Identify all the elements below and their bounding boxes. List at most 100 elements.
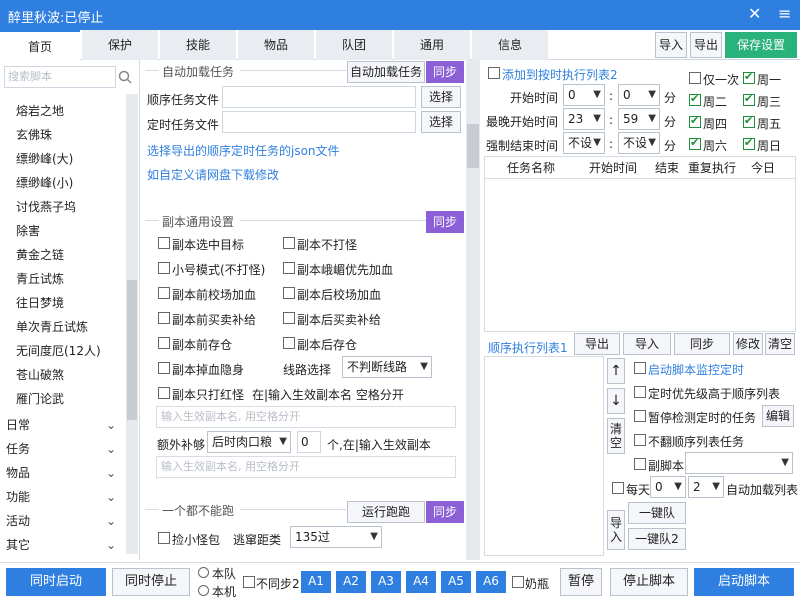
latest-hour-select[interactable]: 23 ▼ [563, 108, 605, 130]
sidebar-item[interactable]: 无间度厄(12人) [16, 340, 101, 362]
sidebar-item[interactable]: 黄金之链 [16, 244, 64, 266]
one-team2-button[interactable]: 一键队2 [628, 528, 686, 550]
seq-import-button[interactable]: 导入 [623, 333, 671, 355]
sidebar-item[interactable]: 往日梦境 [16, 292, 64, 314]
move-up-button[interactable]: ↑ [607, 358, 625, 384]
timer-file-input[interactable] [222, 111, 416, 133]
sidebar-item[interactable]: 苍山破煞 [16, 364, 64, 386]
seq-clear-vertical-button[interactable]: 清空 [607, 418, 625, 454]
seq-file-input[interactable] [222, 86, 416, 108]
option-checkbox[interactable] [634, 434, 646, 446]
seq-sync-button[interactable]: 同步 [674, 333, 730, 355]
end-hour-select[interactable]: 不设 ▼ [563, 132, 605, 154]
day-checkbox[interactable] [743, 114, 755, 128]
option-checkbox[interactable] [158, 262, 170, 274]
option-checkbox[interactable] [634, 386, 646, 398]
sidebar-group-other[interactable]: 其它 ⌄ [6, 534, 116, 556]
option-checkbox[interactable] [158, 362, 170, 374]
sub-script-checkbox[interactable] [634, 458, 646, 470]
sidebar-group-items[interactable]: 物品 ⌄ [6, 462, 116, 484]
option-checkbox[interactable] [158, 337, 170, 349]
nanny-checkbox[interactable] [512, 576, 524, 588]
a2-button[interactable]: A2 [336, 571, 366, 593]
auto-task-sync-button[interactable]: 同步 [426, 61, 464, 83]
auto-load-task-button[interactable]: 自动加载任务 [347, 61, 425, 83]
run-sync-button[interactable]: 同步 [426, 501, 464, 523]
json-file-link[interactable]: 选择导出的顺序定时任务的json文件 [147, 142, 340, 159]
middle-scrollbar-thumb[interactable] [467, 124, 479, 168]
column-header[interactable]: 结束 [655, 158, 679, 178]
end-minute-select[interactable]: 不设 ▼ [618, 132, 660, 154]
add-schedule-checkbox[interactable] [488, 67, 500, 79]
daily-select-b[interactable]: 2 ▼ [688, 476, 724, 498]
option-checkbox[interactable] [283, 237, 295, 249]
column-header[interactable]: 开始时间 [589, 158, 637, 178]
a5-button[interactable]: A5 [441, 571, 471, 593]
extra-select[interactable]: 后时肉口粮 ▼ [207, 431, 291, 453]
stop-script-button[interactable]: 停止脚本 [610, 568, 688, 596]
seq-list[interactable] [484, 356, 604, 556]
sidebar-item[interactable]: 单次青丘试炼 [16, 316, 88, 338]
day-checkbox[interactable] [743, 136, 755, 150]
extra-count-input[interactable]: 0 [297, 431, 321, 453]
tab-general[interactable]: 通用 [394, 30, 470, 60]
move-down-button[interactable]: ↓ [607, 388, 625, 414]
seq-import-vertical-button[interactable]: 导入 [607, 510, 625, 550]
menu-icon[interactable]: ≡ [778, 4, 791, 23]
option-checkbox[interactable] [634, 410, 646, 422]
save-settings-button[interactable]: 保存设置 [725, 32, 797, 58]
run-button[interactable]: 运行跑跑 [347, 501, 425, 523]
a4-button[interactable]: A4 [406, 571, 436, 593]
day-checkbox[interactable] [689, 114, 701, 128]
start-minute-select[interactable]: 0 ▼ [618, 84, 660, 106]
sidebar-item[interactable]: 青丘试炼 [16, 268, 64, 290]
machine-radio[interactable] [198, 585, 209, 596]
sub-script-select[interactable]: ▼ [685, 452, 793, 474]
day-checkbox[interactable] [689, 136, 701, 150]
day-checkbox[interactable] [689, 92, 701, 106]
sidebar-group-function[interactable]: 功能 ⌄ [6, 486, 116, 508]
option-checkbox[interactable] [158, 287, 170, 299]
option-checkbox[interactable] [283, 312, 295, 324]
sync-start-button[interactable]: 同时启动 [6, 568, 106, 596]
dungeon-name-input[interactable]: 输入生效副本名, 用空格分开 [156, 406, 456, 428]
search-input[interactable]: 搜索脚本 [4, 66, 116, 88]
day-checkbox[interactable] [743, 70, 755, 84]
seq-clear-button[interactable]: 清空 [765, 333, 795, 355]
sidebar-item[interactable]: 玄佛珠 [16, 124, 52, 146]
tab-home[interactable]: 首页 [0, 30, 80, 60]
sync-stop-button[interactable]: 同时停止 [112, 568, 190, 596]
pause-button[interactable]: 暂停 [560, 568, 602, 596]
column-header[interactable]: 任务名称 [507, 158, 555, 178]
once-checkbox[interactable] [689, 72, 701, 84]
dungeon-sync-button[interactable]: 同步 [426, 211, 464, 233]
option-checkbox[interactable] [283, 287, 295, 299]
close-icon[interactable]: ✕ [748, 4, 761, 23]
option-checkbox[interactable] [634, 362, 646, 374]
tab-skills[interactable]: 技能 [160, 30, 236, 60]
sidebar-group-daily[interactable]: 日常 ⌄ [6, 414, 116, 436]
pickup-checkbox[interactable] [158, 532, 170, 544]
daily-checkbox[interactable] [612, 482, 624, 494]
seq-export-button[interactable]: 导出 [574, 333, 620, 355]
sidebar-scrollbar-thumb[interactable] [127, 280, 137, 420]
a3-button[interactable]: A3 [371, 571, 401, 593]
option-checkbox[interactable] [158, 387, 170, 399]
edit-button[interactable]: 编辑 [762, 405, 794, 427]
sidebar-item[interactable]: 雁门论武 [16, 388, 64, 410]
a1-button[interactable]: A1 [301, 571, 331, 593]
sidebar-item[interactable]: 缥缈峰(大) [16, 148, 73, 170]
column-header[interactable]: 今日 [751, 158, 775, 178]
tab-info[interactable]: 信息 [472, 30, 548, 60]
add-schedule-label[interactable]: 添加到按时执行列表2 [502, 66, 618, 83]
dungeon-name-input-2[interactable]: 输入生效副本名, 用空格分开 [156, 456, 456, 478]
export-button[interactable]: 导出 [690, 32, 722, 58]
option-checkbox[interactable] [158, 237, 170, 249]
option-checkbox[interactable] [283, 262, 295, 274]
day-checkbox[interactable] [743, 92, 755, 106]
timer-file-select-button[interactable]: 选择 [421, 111, 461, 133]
a6-button[interactable]: A6 [476, 571, 506, 593]
one-team-button[interactable]: 一键队 [628, 502, 686, 524]
escape-select[interactable]: 135过 ▼ [290, 526, 382, 548]
sidebar-item[interactable]: 缥缈峰(小) [16, 172, 73, 194]
